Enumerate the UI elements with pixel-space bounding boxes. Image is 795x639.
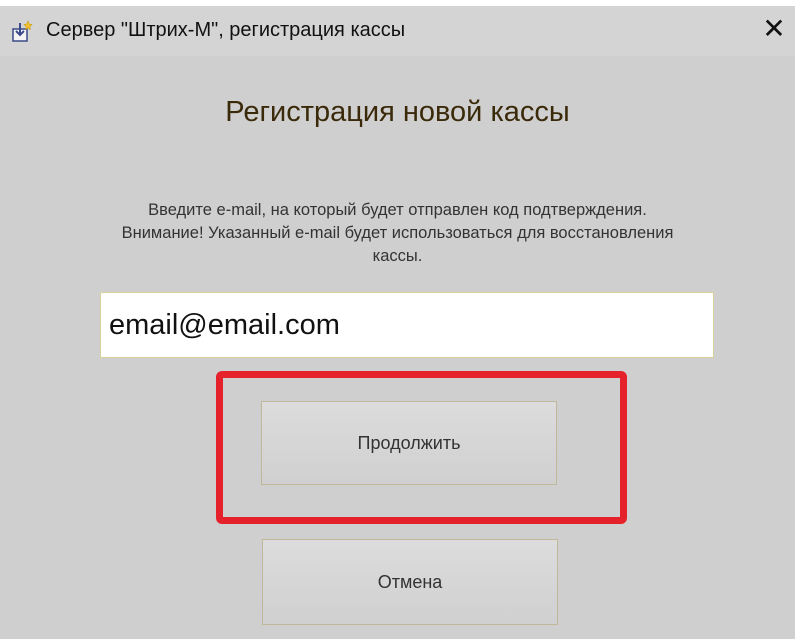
instructions-text: Введите e-mail, на который будет отправл… (121, 201, 674, 265)
continue-button[interactable]: Продолжить (261, 401, 557, 485)
email-field[interactable] (100, 292, 714, 358)
title-bar: Сервер "Штрих-М", регистрация кассы ✕ (0, 6, 795, 56)
app-registration-icon (12, 20, 33, 42)
window-title: Сервер "Штрих-М", регистрация кассы (46, 19, 406, 41)
dialog-heading: Регистрация новой кассы (225, 96, 570, 128)
cancel-button[interactable]: Отмена (262, 539, 558, 625)
registration-window: Сервер "Штрих-М", регистрация кассы ✕ Ре… (0, 6, 795, 639)
close-icon[interactable]: ✕ (757, 12, 791, 46)
